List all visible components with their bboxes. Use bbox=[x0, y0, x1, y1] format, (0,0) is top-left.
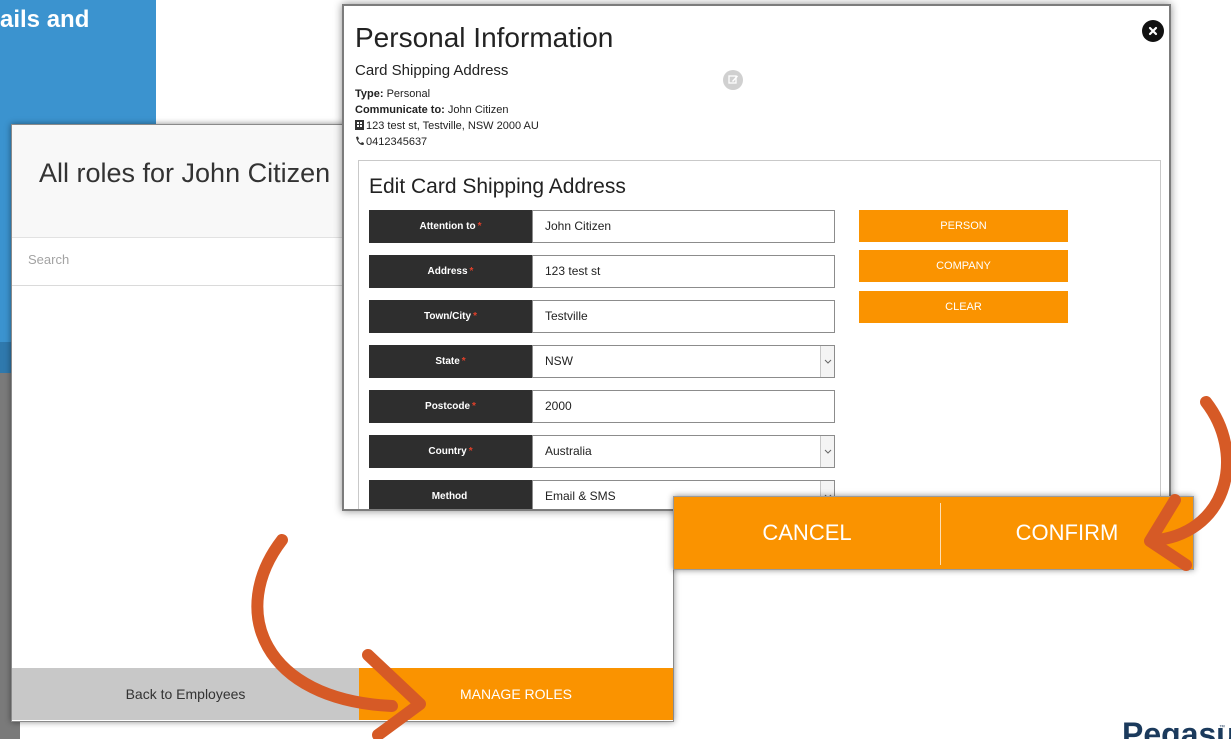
modal-subtitle: Card Shipping Address bbox=[355, 62, 509, 79]
required-marker: * bbox=[477, 221, 482, 232]
clear-button[interactable]: CLEAR bbox=[859, 291, 1068, 323]
building-icon bbox=[355, 120, 364, 133]
close-icon[interactable] bbox=[1142, 20, 1164, 42]
communicate-label: Communicate to: bbox=[355, 104, 445, 116]
confirm-button[interactable]: CONFIRM bbox=[941, 497, 1193, 569]
country-label-text: Country bbox=[428, 446, 467, 457]
postcode-row: Postcode * 2000 bbox=[369, 390, 836, 423]
attention-to-label-text: Attention to bbox=[419, 221, 476, 232]
town-city-label-text: Town/City bbox=[424, 311, 472, 322]
country-row: Country * Australia bbox=[369, 435, 836, 468]
chevron-down-icon[interactable] bbox=[820, 436, 834, 467]
required-marker: * bbox=[469, 266, 474, 277]
country-label: Country * bbox=[369, 435, 532, 468]
modal-title: Personal Information bbox=[355, 22, 614, 53]
edit-address-panel: Edit Card Shipping Address Attention to *… bbox=[358, 160, 1161, 509]
cancel-confirm-bar: CANCEL CONFIRM bbox=[673, 496, 1194, 570]
required-marker: * bbox=[468, 446, 473, 457]
phone-line: 0412345637 bbox=[355, 136, 427, 149]
company-button[interactable]: COMPANY bbox=[859, 250, 1068, 282]
attention-to-input[interactable]: John Citizen bbox=[532, 210, 835, 243]
postcode-label: Postcode * bbox=[369, 390, 532, 423]
state-label-text: State bbox=[435, 356, 460, 367]
personal-information-modal: Personal Information Card Shipping Addre… bbox=[342, 4, 1171, 511]
country-select[interactable]: Australia bbox=[532, 435, 835, 468]
address-label-text: Address bbox=[427, 266, 468, 277]
type-label: Type: bbox=[355, 88, 384, 100]
communicate-line: Communicate to: John Citizen bbox=[355, 104, 508, 116]
state-row: State * NSW bbox=[369, 345, 836, 378]
attention-to-label: Attention to * bbox=[369, 210, 532, 243]
screenshot-stage: ails and All roles for John Citizen Back… bbox=[0, 0, 1231, 739]
roles-modal-footer: Back to Employees MANAGE ROLES bbox=[12, 668, 673, 720]
type-value: Personal bbox=[386, 88, 431, 100]
method-label-text: Method bbox=[431, 491, 468, 502]
state-label: State * bbox=[369, 345, 532, 378]
phone-icon bbox=[355, 136, 364, 149]
manage-roles-button[interactable]: MANAGE ROLES bbox=[359, 668, 673, 720]
brand-logo: Pegasus bbox=[1122, 716, 1231, 739]
phone-text: 0412345637 bbox=[366, 136, 428, 148]
attention-to-row: Attention to * John Citizen bbox=[369, 210, 836, 243]
town-city-row: Town/City * Testville bbox=[369, 300, 836, 333]
required-marker: * bbox=[473, 311, 477, 322]
banner-text: ails and bbox=[0, 6, 90, 33]
state-select-value: NSW bbox=[545, 354, 573, 368]
trademark-symbol: ™ bbox=[1219, 725, 1225, 731]
communicate-value: John Citizen bbox=[447, 104, 509, 116]
town-city-label: Town/City * bbox=[369, 300, 532, 333]
address-row: Address * 123 test st bbox=[369, 255, 836, 288]
postcode-label-text: Postcode bbox=[425, 401, 471, 412]
edit-icon[interactable] bbox=[723, 70, 743, 90]
edit-section-title: Edit Card Shipping Address bbox=[369, 175, 626, 198]
postcode-input[interactable]: 2000 bbox=[532, 390, 835, 423]
required-marker: * bbox=[461, 356, 466, 367]
method-label: Method bbox=[369, 480, 532, 509]
state-select[interactable]: NSW bbox=[532, 345, 835, 378]
address-text: 123 test st, Testville, NSW 2000 AU bbox=[366, 120, 539, 132]
address-line: 123 test st, Testville, NSW 2000 AU bbox=[355, 120, 539, 133]
back-to-employees-button[interactable]: Back to Employees bbox=[12, 668, 359, 720]
type-line: Type: Personal bbox=[355, 88, 430, 100]
chevron-down-icon[interactable] bbox=[820, 346, 834, 377]
country-select-value: Australia bbox=[545, 444, 592, 458]
person-button[interactable]: PERSON bbox=[859, 210, 1068, 242]
roles-modal-title: All roles for John Citizen bbox=[39, 158, 331, 188]
address-label: Address * bbox=[369, 255, 532, 288]
town-city-input[interactable]: Testville bbox=[532, 300, 835, 333]
cancel-button[interactable]: CANCEL bbox=[674, 497, 940, 569]
required-marker: * bbox=[472, 401, 476, 412]
method-select-value: Email & SMS bbox=[545, 489, 616, 503]
address-input[interactable]: 123 test st bbox=[532, 255, 835, 288]
